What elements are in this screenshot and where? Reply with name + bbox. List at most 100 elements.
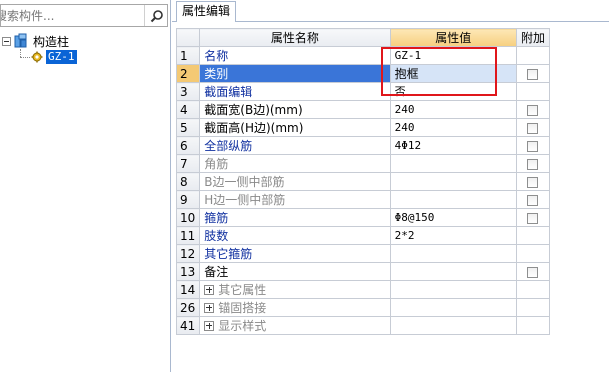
row-number: 8 <box>175 172 201 191</box>
extra-checkbox[interactable] <box>527 68 539 80</box>
property-name-cell: B边一侧中部筋 <box>199 172 391 191</box>
expand-icon[interactable] <box>204 303 215 313</box>
expand-icon[interactable] <box>204 321 215 331</box>
table-row[interactable]: 14 其它属性 <box>175 280 551 299</box>
column-component-icon <box>14 33 27 48</box>
table-row[interactable]: 26 锚固搭接 <box>175 298 551 317</box>
property-name-label: 肢数 <box>204 228 229 243</box>
row-number: 41 <box>175 316 201 335</box>
table-row[interactable]: 9 H边一侧中部筋 <box>175 190 551 209</box>
table-row[interactable]: 13 备注 <box>175 262 551 281</box>
row-number: 3 <box>175 82 201 101</box>
tree-child-label: GZ-1 <box>46 50 77 64</box>
extra-cell <box>515 316 551 335</box>
tab-bar: 属性编辑 <box>172 0 609 22</box>
property-name-label: 全部纵筋 <box>204 138 253 153</box>
property-value-cell[interactable] <box>389 298 517 317</box>
property-value-cell[interactable] <box>389 172 517 191</box>
table-row[interactable]: 11 肢数 2*2 <box>175 226 551 245</box>
extra-cell <box>515 190 551 209</box>
extra-cell <box>515 64 551 83</box>
property-value-cell[interactable] <box>389 244 517 263</box>
row-number: 11 <box>175 226 201 245</box>
property-value-cell[interactable]: 240 <box>389 118 517 137</box>
extra-checkbox[interactable] <box>527 140 539 152</box>
row-number: 10 <box>175 208 201 227</box>
property-name-label: 截面编辑 <box>204 84 253 99</box>
extra-cell <box>515 118 551 137</box>
collapse-icon[interactable] <box>2 36 11 46</box>
property-name-cell: 肢数 <box>199 226 391 245</box>
row-number-header <box>175 28 201 47</box>
table-row[interactable]: 6 全部纵筋 4Φ12 <box>175 136 551 155</box>
property-name-cell: 类别 <box>199 64 391 83</box>
property-name-cell: 箍筋 <box>199 208 391 227</box>
search-box <box>0 4 168 27</box>
property-name-label: 截面高(H边)(mm) <box>204 120 304 135</box>
extra-cell <box>515 46 551 65</box>
gear-icon <box>31 51 43 63</box>
extra-cell <box>515 208 551 227</box>
property-value-cell[interactable]: 240 <box>389 100 517 119</box>
row-number: 1 <box>175 46 201 65</box>
component-tree-panel: 构造柱 GZ-1 <box>0 0 171 372</box>
table-row[interactable]: 41 显示样式 <box>175 316 551 335</box>
property-value-cell[interactable] <box>389 316 517 335</box>
extra-cell <box>515 100 551 119</box>
search-icon <box>150 9 163 22</box>
extra-cell <box>515 262 551 281</box>
tab-property-edit[interactable]: 属性编辑 <box>176 1 237 22</box>
table-row[interactable]: 10 箍筋 Φ8@150 <box>175 208 551 227</box>
property-name-header: 属性名称 <box>199 28 391 47</box>
table-row[interactable]: 7 角筋 <box>175 154 551 173</box>
property-value-cell[interactable]: 2*2 <box>389 226 517 245</box>
property-value-cell[interactable]: Φ8@150 <box>389 208 517 227</box>
row-number: 9 <box>175 190 201 209</box>
search-input[interactable] <box>1 5 141 26</box>
table-row[interactable]: 5 截面高(H边)(mm) 240 <box>175 118 551 137</box>
extra-cell <box>515 82 551 101</box>
annotation-highlight-box <box>381 47 497 96</box>
property-name-cell: 截面编辑 <box>199 82 391 101</box>
extra-checkbox[interactable] <box>527 158 539 170</box>
property-value-cell[interactable]: 4Φ12 <box>389 136 517 155</box>
property-name-cell: 截面高(H边)(mm) <box>199 118 391 137</box>
extra-cell <box>515 136 551 155</box>
extra-cell <box>515 154 551 173</box>
extra-header: 附加 <box>515 28 551 47</box>
expand-icon[interactable] <box>204 285 215 295</box>
property-name-cell: 其它箍筋 <box>199 244 391 263</box>
tree-node-constructional-column[interactable]: 构造柱 <box>0 33 69 49</box>
extra-checkbox[interactable] <box>527 212 539 224</box>
property-name-label: 截面宽(B边)(mm) <box>204 102 303 117</box>
extra-cell <box>515 280 551 299</box>
row-number: 2 <box>175 64 201 83</box>
row-number: 4 <box>175 100 201 119</box>
property-name-cell: 锚固搭接 <box>199 298 391 317</box>
table-row[interactable]: 12 其它箍筋 <box>175 244 551 263</box>
property-value-cell[interactable] <box>389 190 517 209</box>
extra-checkbox[interactable] <box>527 122 539 134</box>
property-name-label: 其它属性 <box>218 282 267 297</box>
property-name-label: 其它箍筋 <box>204 246 253 261</box>
tree-connector <box>20 49 21 57</box>
extra-checkbox[interactable] <box>527 266 539 278</box>
property-name-cell: H边一侧中部筋 <box>199 190 391 209</box>
row-number: 26 <box>175 298 201 317</box>
property-name-cell: 备注 <box>199 262 391 281</box>
property-value-cell[interactable] <box>389 280 517 299</box>
tree-node-gz-1[interactable]: GZ-1 <box>31 49 77 65</box>
row-number: 13 <box>175 262 201 281</box>
property-value-cell[interactable] <box>389 154 517 173</box>
row-number: 5 <box>175 118 201 137</box>
extra-checkbox[interactable] <box>527 104 539 116</box>
search-button[interactable] <box>144 5 168 26</box>
property-value-cell[interactable] <box>389 262 517 281</box>
table-row[interactable]: 4 截面宽(B边)(mm) 240 <box>175 100 551 119</box>
extra-checkbox[interactable] <box>527 176 539 188</box>
extra-checkbox[interactable] <box>527 194 539 206</box>
table-row[interactable]: 8 B边一侧中部筋 <box>175 172 551 191</box>
table-header-row: 属性名称 属性值 附加 <box>175 28 551 47</box>
extra-cell <box>515 244 551 263</box>
row-number: 7 <box>175 154 201 173</box>
